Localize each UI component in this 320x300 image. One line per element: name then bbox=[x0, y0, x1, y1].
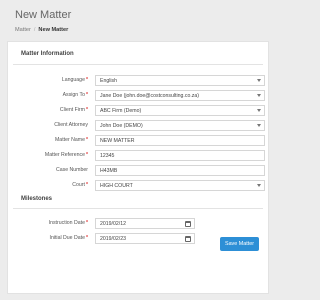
matter-information-heading: Matter Information bbox=[21, 51, 74, 57]
section-divider bbox=[13, 208, 263, 209]
calendar-icon[interactable] bbox=[185, 221, 191, 227]
breadcrumb-current: New Matter bbox=[38, 27, 69, 33]
client-attorney-select[interactable]: John Doe (DEMO) bbox=[95, 120, 265, 131]
initial-due-date-input[interactable]: 2019/02/23 bbox=[95, 233, 195, 244]
matter-reference-row: Matter Reference* 12345 bbox=[8, 150, 268, 161]
chevron-down-icon bbox=[257, 124, 261, 127]
matter-reference-label: Matter Reference* bbox=[44, 152, 88, 158]
chevron-down-icon bbox=[257, 184, 261, 187]
chevron-down-icon bbox=[257, 109, 261, 112]
assign-to-row: Assign To* Jane Doe (john.doe@costconsul… bbox=[8, 90, 268, 101]
matter-reference-input[interactable]: 12345 bbox=[95, 150, 265, 161]
court-select[interactable]: HIGH COURT bbox=[95, 180, 265, 191]
breadcrumb-separator: / bbox=[33, 27, 36, 33]
matter-name-row: Matter Name* NEW MATTER bbox=[8, 135, 268, 146]
court-row: Court* HIGH COURT bbox=[8, 180, 268, 191]
breadcrumb-parent-link[interactable]: Matter bbox=[15, 27, 31, 33]
client-firm-row: Client Firm* ABC Firm (Demo) bbox=[8, 105, 268, 116]
instruction-date-input[interactable]: 2019/02/12 bbox=[95, 218, 195, 229]
client-firm-label: Client Firm* bbox=[59, 107, 88, 113]
matter-name-input[interactable]: NEW MATTER bbox=[95, 135, 265, 146]
page-title: New Matter bbox=[15, 9, 72, 21]
instruction-date-label: Instruction Date* bbox=[48, 220, 88, 226]
case-number-label: Case Number bbox=[55, 167, 88, 173]
language-row: Language* English bbox=[8, 75, 268, 86]
court-label: Court* bbox=[72, 182, 88, 188]
chevron-down-icon bbox=[257, 94, 261, 97]
matter-name-label: Matter Name* bbox=[54, 137, 88, 143]
save-matter-button[interactable]: Save Matter bbox=[220, 237, 259, 251]
initial-due-date-label: Initial Due Date* bbox=[49, 235, 89, 241]
instruction-date-row: Instruction Date* 2019/02/12 bbox=[8, 218, 268, 229]
assign-to-label: Assign To* bbox=[62, 92, 88, 98]
calendar-icon[interactable] bbox=[185, 236, 191, 242]
matter-form-card: Matter Information Language* English Ass… bbox=[7, 41, 269, 294]
language-label: Language* bbox=[61, 77, 88, 83]
case-number-input[interactable]: H43MB bbox=[95, 165, 265, 176]
client-attorney-label: Client Attorney bbox=[54, 122, 88, 128]
breadcrumb: Matter / New Matter bbox=[15, 27, 68, 33]
client-firm-select[interactable]: ABC Firm (Demo) bbox=[95, 105, 265, 116]
milestones-heading: Milestones bbox=[21, 196, 53, 202]
assign-to-select[interactable]: Jane Doe (john.doe@costconsulting.co.za) bbox=[95, 90, 265, 101]
section-divider bbox=[13, 64, 263, 65]
chevron-down-icon bbox=[257, 79, 261, 82]
case-number-row: Case Number H43MB bbox=[8, 165, 268, 176]
language-select[interactable]: English bbox=[95, 75, 265, 86]
client-attorney-row: Client Attorney John Doe (DEMO) bbox=[8, 120, 268, 131]
